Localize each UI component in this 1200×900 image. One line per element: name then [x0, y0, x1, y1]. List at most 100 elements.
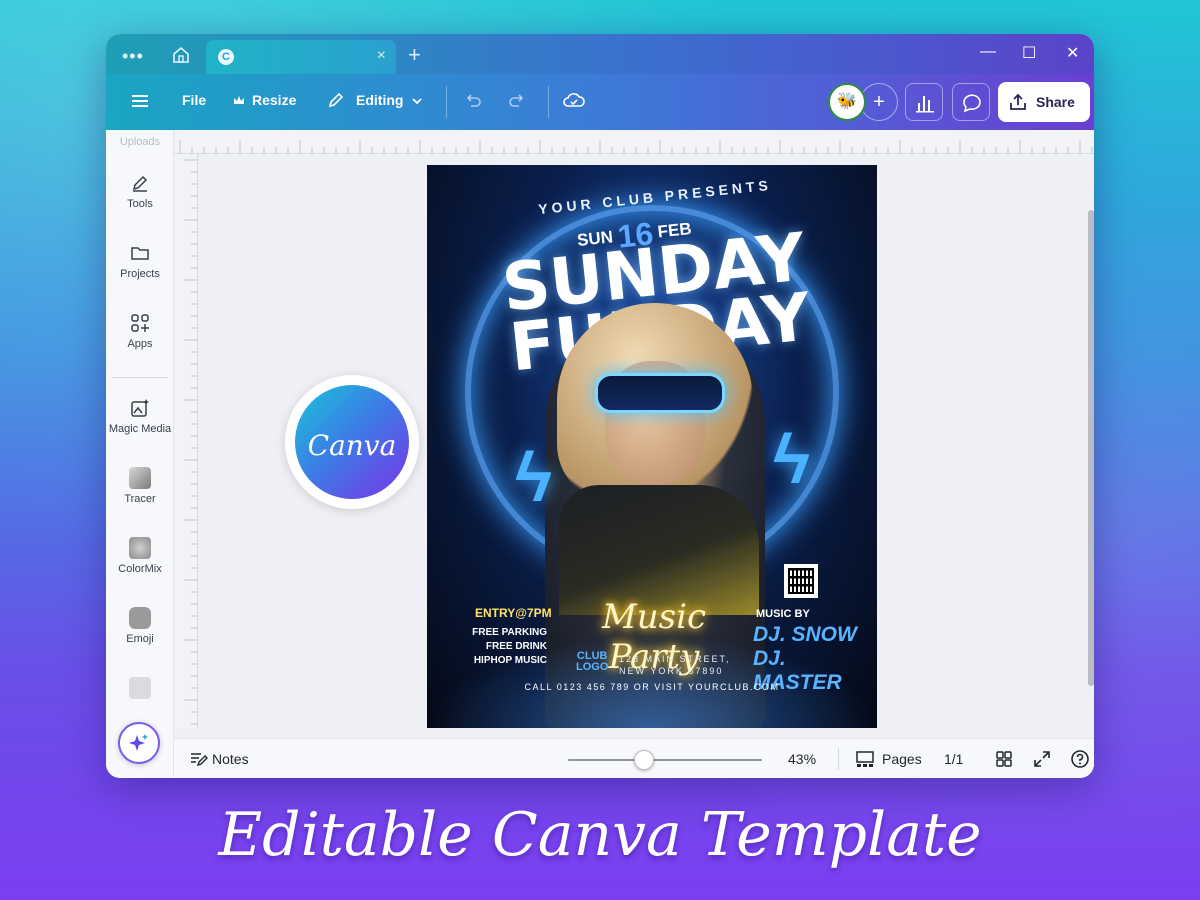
crown-icon	[232, 93, 246, 112]
sparkle-icon	[129, 734, 148, 751]
flyer-dj-name: DJ. SNOW	[753, 623, 857, 646]
lightning-right-icon: ϟ	[773, 420, 811, 498]
left-ruler	[174, 154, 198, 728]
chevron-down-icon[interactable]	[410, 94, 424, 113]
comments-button[interactable]	[952, 83, 990, 121]
help-icon[interactable]	[1070, 749, 1090, 769]
fullscreen-icon[interactable]	[1032, 749, 1052, 769]
sidebar-item-label: Tracer	[124, 493, 156, 505]
toolbar-divider	[446, 86, 447, 118]
undo-icon[interactable]	[462, 90, 484, 117]
editing-mode-button[interactable]: Editing	[356, 92, 403, 108]
sidebar-item-apps[interactable]: Apps	[106, 312, 174, 350]
status-bar-divider	[838, 748, 839, 770]
top-ruler	[174, 130, 1094, 154]
flyer-music-by-label[interactable]: MUSIC BY	[756, 608, 810, 620]
pen-icon	[132, 175, 148, 192]
tab-canva-design[interactable]: C ×	[206, 40, 396, 74]
canva-logo-word: Canva	[307, 429, 397, 462]
app-placeholder-icon	[129, 677, 151, 699]
neon-goggles	[595, 373, 725, 413]
sidebar-item-label: Uploads	[119, 136, 161, 148]
magic-image-icon	[131, 399, 149, 417]
zoom-slider-track[interactable]	[568, 759, 762, 761]
promo-caption: Editable Canva Template	[218, 800, 982, 870]
page-count: 1/1	[944, 751, 964, 767]
insights-button[interactable]	[905, 83, 943, 121]
lightning-left-icon: ϟ	[515, 438, 553, 516]
notes-button[interactable]: Notes	[212, 751, 249, 767]
bar-chart-icon	[916, 96, 934, 113]
close-window-button[interactable]: ✕	[1066, 43, 1079, 63]
canvas-scrollbar[interactable]	[1088, 210, 1094, 686]
flyer-address[interactable]: 123 MAIN STREET, NEW YORK 67890	[619, 653, 731, 677]
apps-grid-icon	[131, 314, 149, 332]
upload-icon	[1010, 93, 1026, 110]
share-label: Share	[1036, 94, 1075, 110]
editor-toolbar: File Resize Editing + 🐝 Share	[106, 74, 1094, 130]
club-logo[interactable]: CLUB LOGO	[576, 651, 608, 673]
sidebar-item-more-app[interactable]	[106, 677, 174, 703]
ruler-ticks	[184, 159, 198, 725]
flyer-feature-item: FREE DRINK	[485, 641, 547, 652]
sidebar-item-uploads[interactable]: Uploads	[106, 136, 174, 148]
left-sidebar: Uploads Tools Projects Apps Magic Media …	[106, 130, 174, 778]
pages-button[interactable]: Pages	[882, 751, 922, 767]
maximize-button[interactable]: ☐	[1022, 43, 1036, 63]
sidebar-item-projects[interactable]: Projects	[106, 242, 174, 280]
redo-icon[interactable]	[506, 90, 528, 117]
sidebar-item-tracer[interactable]: Tracer	[106, 467, 174, 505]
pages-icon	[856, 751, 874, 767]
ruler-ticks	[179, 140, 1093, 154]
hamburger-icon[interactable]	[130, 90, 150, 117]
tracer-app-icon	[129, 467, 151, 489]
sidebar-item-magic-media[interactable]: Magic Media	[106, 397, 174, 435]
flyer-feature-item: HIPHOP MUSIC	[473, 655, 547, 666]
sidebar-item-label: Tools	[127, 198, 153, 210]
resize-button[interactable]: Resize	[252, 92, 296, 108]
home-icon[interactable]	[170, 44, 192, 66]
flyer-address-line1: 123 MAIN STREET,	[619, 654, 731, 664]
cloud-saved-icon[interactable]	[562, 90, 586, 117]
flyer-contact-line[interactable]: CALL 0123 456 789 OR VISIT YOURCLUB.COM	[427, 682, 877, 692]
notes-icon	[191, 753, 208, 767]
emoji-app-icon	[129, 607, 151, 629]
flyer-design-page[interactable]: YOUR CLUB PRESENTS SUN 16 FEB SUNDAY FUN…	[427, 165, 877, 728]
zoom-slider-thumb[interactable]	[634, 750, 654, 770]
tab-bar: ••• C × + — ☐ ✕	[106, 34, 1094, 74]
sidebar-item-label: Apps	[127, 338, 153, 350]
zoom-percentage[interactable]: 43%	[788, 751, 816, 767]
tab-more-button[interactable]: •••	[122, 46, 144, 67]
sidebar-item-label: Magic Media	[108, 423, 172, 435]
toolbar-divider	[548, 86, 549, 118]
sidebar-item-label: Emoji	[126, 633, 154, 645]
flyer-address-line2: NEW YORK 67890	[619, 666, 724, 676]
editor-window: ••• C × + — ☐ ✕ File Resize Editing + 🐝 …	[106, 34, 1094, 778]
share-button[interactable]: Share	[998, 82, 1090, 122]
folder-icon	[131, 247, 149, 260]
sidebar-item-label: Projects	[120, 268, 160, 280]
qr-code-icon[interactable]	[784, 564, 818, 598]
new-tab-button[interactable]: +	[408, 42, 421, 68]
comment-icon	[963, 94, 981, 113]
sidebar-item-tools[interactable]: Tools	[106, 172, 174, 210]
sidebar-item-emoji[interactable]: Emoji	[106, 607, 174, 645]
flyer-features[interactable]: FREE PARKING FREE DRINK HIPHOP MUSIC	[467, 626, 547, 668]
club-logo-line2: LOGO	[576, 661, 609, 673]
flyer-feature-item: FREE PARKING	[472, 627, 547, 638]
user-avatar[interactable]: 🐝	[828, 83, 866, 121]
canva-logo-badge: Canva	[285, 375, 419, 509]
canva-favicon-icon: C	[218, 49, 234, 65]
grid-view-icon[interactable]	[994, 749, 1014, 769]
colormix-app-icon	[129, 537, 151, 559]
bottom-status-bar: Notes 43% Pages 1/1	[174, 738, 1094, 778]
sidebar-item-colormix[interactable]: ColorMix	[106, 537, 174, 575]
magic-assistant-button[interactable]	[118, 722, 160, 764]
flyer-entry-time[interactable]: ENTRY@7PM	[475, 606, 552, 620]
file-menu-button[interactable]: File	[182, 92, 206, 108]
model-jacket	[559, 485, 759, 615]
sidebar-item-label: ColorMix	[118, 563, 162, 575]
minimize-button[interactable]: —	[980, 43, 996, 61]
tab-close-button[interactable]: ×	[377, 47, 386, 65]
pencil-icon	[326, 90, 346, 115]
